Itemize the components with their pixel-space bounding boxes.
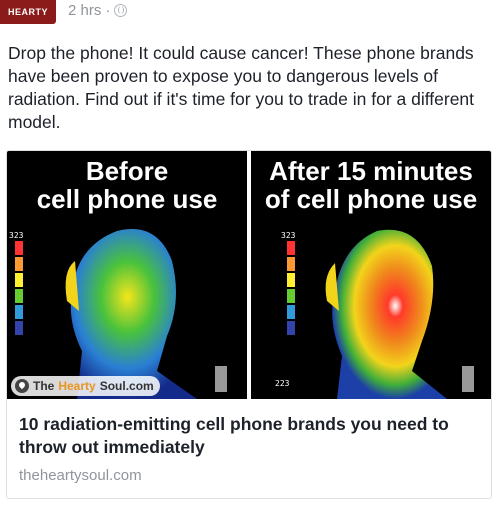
watermark-hearty: Hearty (58, 379, 96, 393)
after-title: After 15 minutes of cell phone use (264, 156, 478, 214)
post-meta: 2 hrs · (68, 2, 128, 19)
before-title: Before cell phone use (36, 156, 218, 214)
page-avatar[interactable]: HEARTY (0, 0, 56, 24)
globe-icon[interactable] (114, 4, 128, 17)
link-preview-card[interactable]: 323 323 223 Before cell phone use After … (6, 150, 492, 499)
watermark: The Hearty Soul.com (11, 376, 160, 396)
post-body: Drop the phone! It could cause cancer! T… (8, 43, 475, 132)
post-timestamp[interactable]: 2 hrs (68, 2, 101, 19)
card-title[interactable]: 10 radiation-emitting cell phone brands … (19, 413, 481, 459)
left-scale-top: 323 (9, 231, 24, 240)
avatar-text: HEARTY (7, 7, 48, 17)
watermark-pre: The (33, 379, 55, 393)
card-image[interactable]: 323 323 223 Before cell phone use After … (7, 151, 491, 399)
card-domain[interactable]: theheartysoul.com (19, 467, 142, 484)
hearty-soul-logo-icon (15, 379, 29, 393)
meta-separator: · (105, 2, 111, 19)
right-scale-top: 323 (281, 231, 296, 240)
right-scale-bottom: 223 (275, 379, 290, 388)
watermark-post: Soul.com (99, 379, 154, 393)
